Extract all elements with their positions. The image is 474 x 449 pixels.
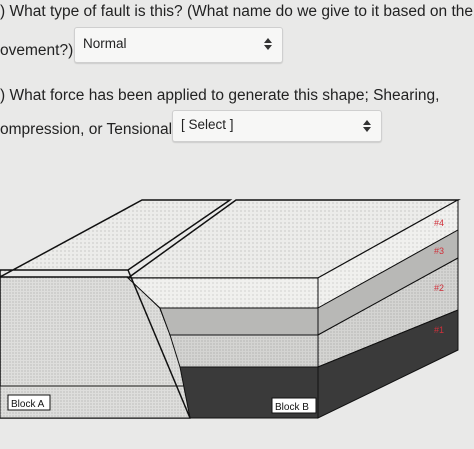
block-b-label: Block B — [275, 402, 309, 413]
layer-label-3: #3 — [434, 246, 444, 256]
layer-label-4: #4 — [434, 218, 444, 228]
block-a-label: Block A — [11, 399, 45, 410]
layer-label-2: #2 — [434, 283, 444, 293]
force-type-select[interactable]: [ Select ] — [172, 110, 382, 142]
force-type-select-value: [ Select ] — [181, 117, 234, 132]
question-2-line-1: ) What force has been applied to generat… — [0, 87, 440, 104]
block-b-layer-3 — [159, 307, 319, 336]
fault-type-select[interactable]: Normal — [74, 27, 283, 63]
layer-label-1: #1 — [434, 325, 444, 335]
fault-block-diagram: #4 #3 #2 #1 Block A Block B — [0, 199, 461, 419]
select-arrows-icon — [264, 38, 272, 50]
block-b-layer-2 — [169, 334, 319, 368]
block-b-layer-4 — [126, 277, 319, 309]
question-1-line-2: ovement?) — [0, 42, 74, 59]
question-2-line-2: ompression, or Tensional? — [0, 121, 181, 138]
fault-type-select-value: Normal — [83, 36, 127, 51]
select-arrows-icon — [363, 120, 371, 132]
question-1-line-1: ) What type of fault is this? (What name… — [0, 3, 473, 20]
